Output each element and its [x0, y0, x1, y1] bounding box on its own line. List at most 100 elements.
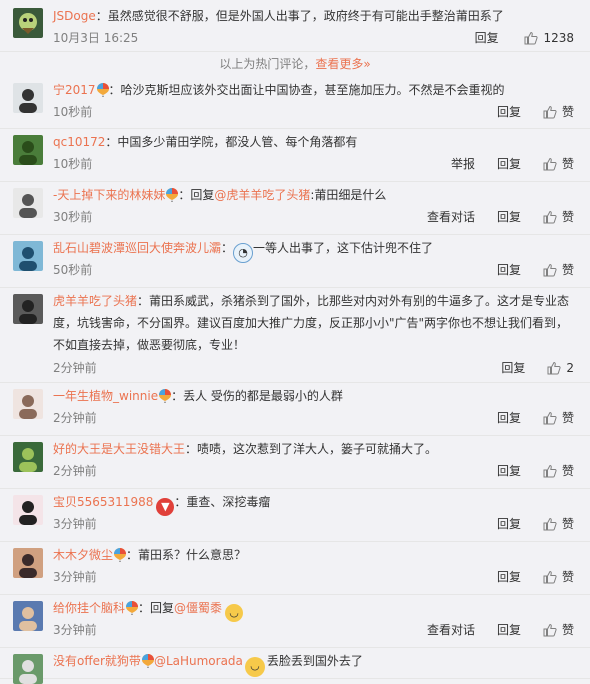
like-label: 赞	[561, 157, 574, 171]
timestamp: 3分钟前	[53, 623, 97, 637]
reply-button[interactable]: 回复	[497, 411, 521, 425]
like-label: 赞	[561, 517, 574, 531]
like-label: 赞	[561, 210, 574, 224]
comment-body: -天上掉下来的林妹妹 ：回复@虎羊羊吃了头猪:莆田细是什么	[53, 184, 576, 209]
avatar[interactable]	[13, 442, 43, 472]
like-label: 赞	[561, 105, 574, 119]
username[interactable]: JSDoge	[53, 9, 96, 23]
avatar[interactable]	[13, 8, 43, 38]
like-button[interactable]: 2	[547, 361, 574, 375]
view-conversation-button[interactable]: 查看对话	[427, 623, 475, 637]
timestamp: 2分钟前	[53, 361, 97, 375]
thumbs-up-icon	[543, 517, 557, 531]
reply-button[interactable]: 回复	[497, 517, 521, 531]
avatar[interactable]	[13, 495, 43, 525]
like-button[interactable]: 赞	[543, 208, 574, 225]
username[interactable]: qc10172	[53, 135, 105, 149]
angry-emoji-icon: ▼	[156, 498, 175, 516]
like-label: 赞	[561, 623, 574, 637]
timestamp: 2分钟前	[53, 464, 97, 478]
reply-button[interactable]: 回复	[497, 105, 521, 119]
like-button[interactable]: 赞	[543, 409, 574, 426]
avatar[interactable]	[13, 389, 43, 419]
avatar[interactable]	[13, 654, 43, 684]
username[interactable]: 木木夕微尘	[53, 548, 113, 562]
timestamp: 10月3日 16:25	[53, 31, 139, 45]
like-button[interactable]: 赞	[543, 621, 574, 638]
username[interactable]: -天上掉下来的林妹妹	[53, 188, 165, 202]
comment-row: 一年生植物_winnie ：丢人 受伤的都是最弱小的人群 2分钟前 回复 赞	[0, 383, 590, 436]
comment-row: qc10172：中国多少莆田学院，都没人管、每个角落都有 10秒前 举报 回复 赞	[0, 129, 590, 182]
comment-row: 木木夕微尘 ：莆田系？什么意思？ 3分钟前 回复 赞	[0, 542, 590, 595]
like-button[interactable]: 赞	[543, 515, 574, 532]
like-count: 1238	[543, 31, 574, 45]
comment-text: ：丢人 受伤的都是最弱小的人群	[171, 389, 343, 403]
avatar[interactable]	[13, 83, 43, 113]
comment-actions: 回复 赞	[475, 462, 574, 479]
username[interactable]: 一年生植物_winnie	[53, 389, 158, 403]
report-button[interactable]: 举报	[451, 157, 475, 171]
mention-link[interactable]: @虎羊羊吃了头猪	[214, 188, 310, 202]
username[interactable]: 没有offer就狗带	[53, 654, 141, 668]
hot-label: 以上为热门评论	[219, 57, 304, 71]
comment-body: 给你挂个脑科 ：回复@僵蜀黍 ◡	[53, 597, 576, 622]
avatar[interactable]	[13, 294, 43, 324]
comment-actions: 回复 赞	[475, 103, 574, 120]
balloon-badge-icon	[159, 388, 172, 410]
username[interactable]: 好的大王是大王没错大王	[53, 442, 185, 456]
reply-prefix: ：回复	[138, 601, 175, 615]
comment-actions: 回复 赞	[475, 515, 574, 532]
comment-body: 好的大王是大王没错大王：啧啧，这次惹到了洋大人，篓子可就捅大了。	[53, 438, 576, 460]
comment-actions: 举报 回复 赞	[429, 155, 574, 172]
thumbs-up-icon	[524, 31, 539, 45]
avatar[interactable]	[13, 241, 43, 271]
view-conversation-button[interactable]: 查看对话	[427, 210, 475, 224]
mention-link[interactable]: @僵蜀黍	[174, 601, 222, 615]
reply-button[interactable]: 回复	[475, 31, 499, 45]
username[interactable]: 宁2017	[53, 83, 96, 97]
reply-button[interactable]: 回复	[497, 210, 521, 224]
like-button[interactable]: 赞	[543, 261, 574, 278]
comment-text: ：莆田系？什么意思？	[126, 548, 247, 562]
like-button[interactable]: 赞	[543, 568, 574, 585]
comment-text: :莆田细是什么	[310, 188, 387, 202]
mention-link[interactable]: @LaHumorada	[154, 654, 243, 668]
comment-actions: 查看对话 回复 赞	[405, 208, 574, 225]
reply-button[interactable]: 回复	[497, 157, 521, 171]
laughing-emoji-icon: ◡	[225, 604, 244, 622]
comment-text: 不如直接去掉，做恶要彻底，专业！	[53, 338, 246, 352]
thumbs-up-icon	[543, 623, 557, 637]
comment-actions: 查看对话 回复 赞	[405, 621, 574, 638]
reply-button[interactable]: 回复	[497, 464, 521, 478]
like-button[interactable]: 赞	[543, 462, 574, 479]
timestamp: 10秒前	[53, 157, 93, 171]
view-more-link[interactable]: 查看更多»	[315, 57, 370, 71]
separator: ，	[303, 57, 316, 71]
thumbs-up-icon	[543, 411, 557, 425]
avatar[interactable]	[13, 548, 43, 578]
like-button[interactable]: 赞	[543, 155, 574, 172]
thumbs-up-icon	[543, 464, 557, 478]
like-button[interactable]: 1238	[524, 31, 574, 45]
avatar[interactable]	[13, 601, 43, 631]
username[interactable]: 宝贝5565311988	[53, 495, 153, 509]
comment-text: ：虽然感觉很不舒服，但是外国人出事了，政府终于有可能出手整治莆田系了	[95, 9, 504, 23]
thumbs-up-icon	[543, 210, 557, 224]
comment-text: 丢脸丢到国外去了	[266, 654, 363, 668]
reply-button[interactable]: 回复	[497, 570, 521, 584]
like-label: 赞	[561, 570, 574, 584]
balloon-badge-icon	[96, 82, 109, 104]
comment-text: ：重查、深挖毒瘤	[174, 495, 271, 509]
username[interactable]: 虎羊羊吃了头猪	[53, 294, 137, 308]
username[interactable]: 乱石山碧波潭巡回大使奔波儿灞	[53, 241, 221, 255]
comment-feed: JSDoge：虽然感觉很不舒服，但是外国人出事了，政府终于有可能出手整治莆田系了…	[0, 0, 590, 684]
reply-button[interactable]: 回复	[497, 623, 521, 637]
avatar[interactable]	[13, 188, 43, 218]
like-button[interactable]: 赞	[543, 103, 574, 120]
thumbs-up-icon	[543, 105, 557, 119]
avatar[interactable]	[13, 135, 43, 165]
reply-button[interactable]: 回复	[497, 263, 521, 277]
username[interactable]: 给你挂个脑科	[53, 601, 125, 615]
like-label: 赞	[561, 263, 574, 277]
reply-button[interactable]: 回复	[501, 361, 525, 375]
